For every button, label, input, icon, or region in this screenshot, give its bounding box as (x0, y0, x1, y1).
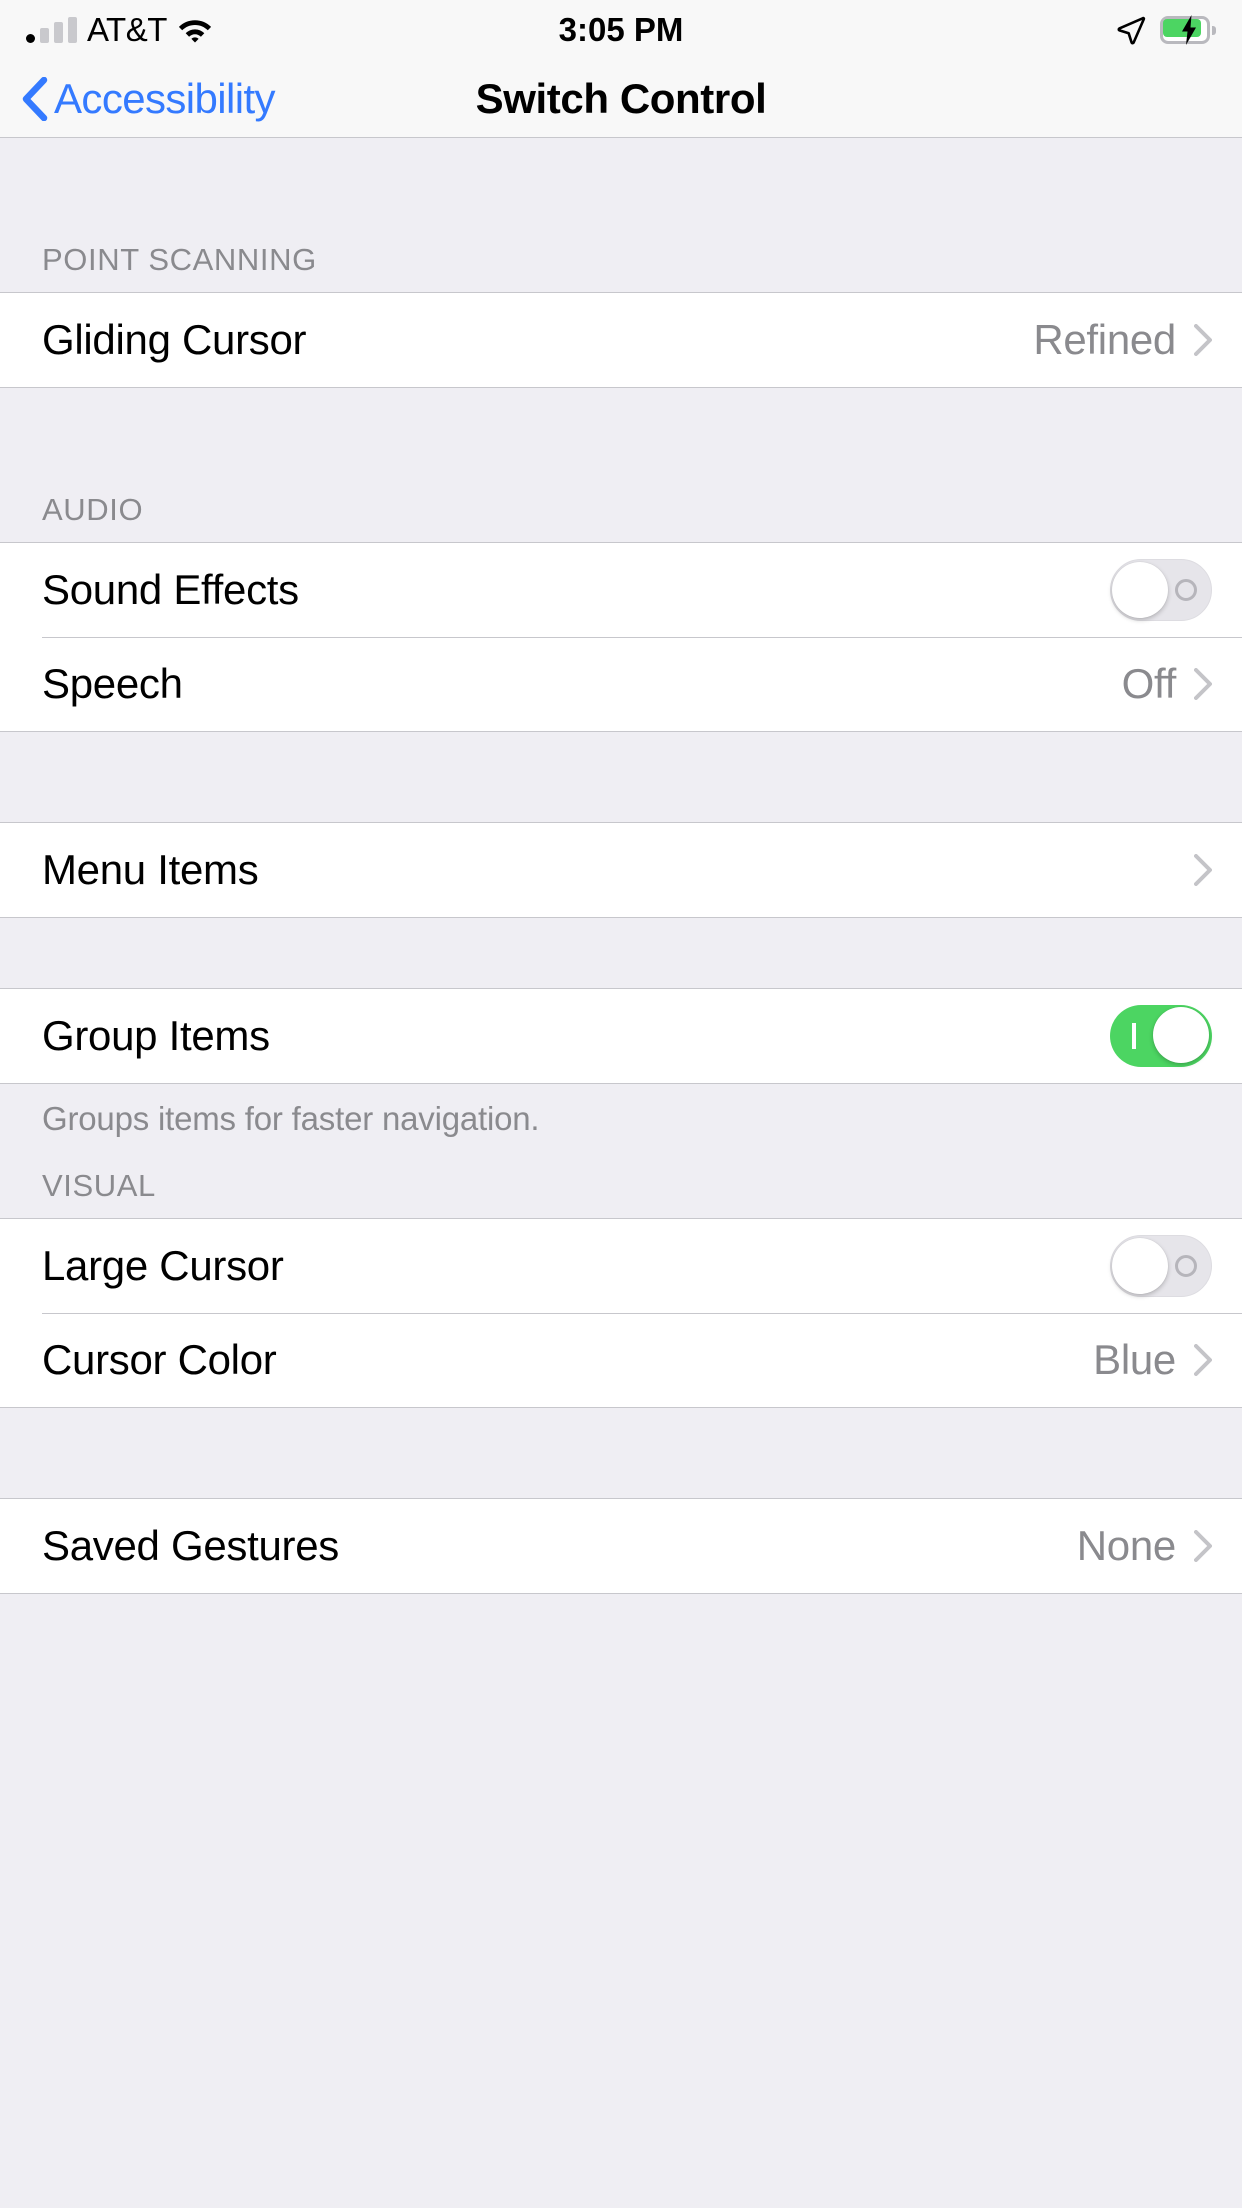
status-bar-left: AT&T (26, 11, 213, 49)
row-accessory: Refined (1033, 316, 1212, 364)
location-arrow-icon (1116, 15, 1146, 45)
settings-group: Large Cursor Cursor Color Blue (0, 1218, 1242, 1408)
row-accessory: Off (1122, 660, 1212, 708)
settings-list: POINT SCANNING Gliding Cursor Refined AUDIO… (0, 138, 1242, 1594)
section-spacer (0, 732, 1242, 822)
switch-knob (1112, 1238, 1168, 1294)
back-button[interactable]: Accessibility (22, 74, 276, 123)
switch-group-items[interactable] (1110, 1005, 1212, 1067)
row-accessory: Blue (1093, 1336, 1212, 1384)
switch-on-label-icon (1132, 1023, 1136, 1049)
row-value: None (1076, 1522, 1177, 1569)
row-accessory (1110, 559, 1212, 621)
carrier-label: AT&T (87, 11, 167, 48)
chevron-right-icon (1194, 1344, 1212, 1376)
switch-knob (1153, 1007, 1209, 1063)
section-footnote: Groups items for faster navigation. (0, 1084, 1242, 1154)
row-accessory (1110, 1235, 1212, 1297)
row-saved-gestures[interactable]: Saved Gestures None (0, 1499, 1242, 1593)
row-label: Menu Items (42, 846, 259, 893)
section-spacer (0, 1408, 1242, 1498)
row-sound-effects[interactable]: Sound Effects (0, 543, 1242, 637)
switch-large-cursor[interactable] (1110, 1235, 1212, 1297)
row-accessory: None (1077, 1522, 1212, 1570)
row-value: Blue (1093, 1336, 1176, 1383)
row-label: Gliding Cursor (42, 316, 307, 363)
settings-group: Gliding Cursor Refined (0, 292, 1242, 388)
switch-off-label-icon (1175, 1255, 1197, 1277)
row-label: Cursor Color (42, 1336, 277, 1383)
switch-off-label-icon (1175, 579, 1197, 601)
row-label: Sound Effects (42, 566, 299, 613)
row-accessory (1194, 854, 1212, 886)
row-label: Group Items (42, 1012, 270, 1059)
row-speech[interactable]: Speech Off (0, 637, 1242, 731)
row-label: Speech (42, 660, 183, 707)
wifi-icon (177, 16, 213, 44)
section-spacer (0, 138, 1242, 228)
chevron-right-icon (1194, 668, 1212, 700)
row-label: Large Cursor (42, 1242, 284, 1289)
switch-knob (1112, 562, 1168, 618)
section-spacer (0, 388, 1242, 478)
bottom-filler (0, 1594, 1242, 2208)
settings-group: Menu Items (0, 822, 1242, 918)
status-bar-right (1116, 15, 1216, 45)
battery-charging-icon (1160, 15, 1216, 45)
section-header: AUDIO (0, 478, 1242, 542)
row-label: Saved Gestures (42, 1522, 339, 1569)
section-header: POINT SCANNING (0, 228, 1242, 292)
row-accessory (1110, 1005, 1212, 1067)
row-value: Off (1121, 660, 1177, 707)
settings-group: Group Items (0, 988, 1242, 1084)
navigation-bar: Accessibility Switch Control (0, 60, 1242, 138)
chevron-right-icon (1194, 1530, 1212, 1562)
chevron-right-icon (1194, 324, 1212, 356)
section-spacer (0, 918, 1242, 988)
chevron-right-icon (1194, 854, 1212, 886)
status-bar: AT&T 3:05 PM (0, 0, 1242, 60)
row-cursor-color[interactable]: Cursor Color Blue (0, 1313, 1242, 1407)
settings-group: Sound Effects Speech Off (0, 542, 1242, 732)
switch-sound-effects[interactable] (1110, 559, 1212, 621)
clock-label: 3:05 PM (558, 11, 684, 48)
section-header: VISUAL (0, 1154, 1242, 1218)
settings-group: Saved Gestures None (0, 1498, 1242, 1594)
cellular-signal-icon (26, 17, 77, 43)
row-gliding-cursor[interactable]: Gliding Cursor Refined (0, 293, 1242, 387)
back-button-label: Accessibility (54, 74, 276, 122)
chevron-left-icon (22, 76, 48, 121)
row-group-items[interactable]: Group Items (0, 989, 1242, 1083)
row-value: Refined (1033, 316, 1176, 363)
row-menu-items[interactable]: Menu Items (0, 823, 1242, 917)
row-large-cursor[interactable]: Large Cursor (0, 1219, 1242, 1313)
